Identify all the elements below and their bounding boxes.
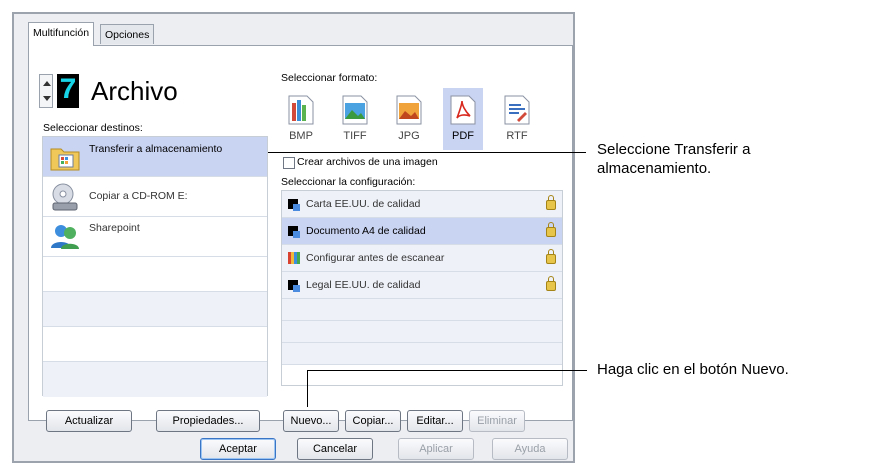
edit-button[interactable]: Editar... xyxy=(407,410,463,432)
config-label: Documento A4 de calidad xyxy=(306,225,426,237)
destination-item-transfer[interactable]: Transferir a almacenamiento xyxy=(43,137,267,177)
tiff-image-icon xyxy=(342,95,368,125)
format-label: Seleccionar formato: xyxy=(281,72,378,84)
scan-settings-icon xyxy=(288,199,300,211)
bmp-paint-icon xyxy=(288,95,314,125)
spin-down-icon[interactable] xyxy=(43,96,51,101)
list-item-empty xyxy=(282,343,562,365)
lock-icon xyxy=(546,195,556,210)
config-item-carta[interactable]: Carta EE.UU. de calidad xyxy=(282,191,562,218)
lock-icon xyxy=(546,222,556,237)
config-list[interactable]: Carta EE.UU. de calidad Documento A4 de … xyxy=(281,190,563,386)
button-number-display: 7 xyxy=(57,74,79,108)
list-item-empty xyxy=(43,327,267,362)
lock-icon xyxy=(546,276,556,291)
format-pdf[interactable]: PDF xyxy=(443,88,483,150)
cd-drive-icon xyxy=(52,183,78,211)
format-selector[interactable]: BMP TIFF JPG PDF RTF xyxy=(281,88,551,154)
list-item-empty xyxy=(282,321,562,343)
format-tiff[interactable]: TIFF xyxy=(335,88,375,150)
rtf-document-icon xyxy=(504,95,530,125)
config-label: Seleccionar la configuración: xyxy=(281,176,416,188)
copy-button[interactable]: Copiar... xyxy=(345,410,401,432)
config-item-configure[interactable]: Configurar antes de escanear xyxy=(282,245,562,272)
single-image-label: Crear archivos de una imagen xyxy=(297,156,438,168)
single-image-checkbox[interactable] xyxy=(283,157,295,169)
destinations-list[interactable]: Transferir a almacenamiento Copiar a CD-… xyxy=(42,136,268,397)
format-caption: JPG xyxy=(398,130,420,142)
destination-item-sharepoint[interactable]: Sharepoint xyxy=(43,217,267,257)
ok-button[interactable]: Aceptar xyxy=(200,438,276,460)
config-label: Configurar antes de escanear xyxy=(306,252,445,264)
users-icon xyxy=(51,225,79,249)
list-item-empty xyxy=(43,292,267,327)
format-jpg[interactable]: JPG xyxy=(389,88,429,150)
dialog-window: Multifunción Opciones 7 Archivo Seleccio… xyxy=(12,12,575,463)
scan-settings-icon xyxy=(288,226,300,238)
scan-settings-icon xyxy=(288,280,300,292)
format-rtf[interactable]: RTF xyxy=(497,88,537,150)
config-label: Carta EE.UU. de calidad xyxy=(306,198,421,210)
destination-label: Transferir a almacenamiento xyxy=(89,143,223,155)
destination-label: Sharepoint xyxy=(89,222,140,234)
callout-new: Haga clic en el botón Nuevo. xyxy=(597,361,789,378)
pdf-document-icon xyxy=(450,95,476,125)
help-button[interactable]: Ayuda xyxy=(492,438,568,460)
destination-item-cdrom[interactable]: Copiar a CD-ROM E: xyxy=(43,177,267,217)
spin-up-icon[interactable] xyxy=(43,81,51,86)
format-caption: PDF xyxy=(452,130,474,142)
jpg-image-icon xyxy=(396,95,422,125)
button-number-spinner[interactable] xyxy=(39,74,53,108)
tab-panel: 7 Archivo Seleccionar destinos: Transfer… xyxy=(28,45,573,432)
lock-icon xyxy=(546,249,556,264)
list-item-empty xyxy=(43,257,267,292)
list-item-empty xyxy=(43,362,267,397)
list-item-empty xyxy=(282,299,562,321)
tab-multifuncion[interactable]: Multifunción xyxy=(28,22,95,46)
apply-button[interactable]: Aplicar xyxy=(398,438,474,460)
config-label: Legal EE.UU. de calidad xyxy=(306,279,421,291)
format-bmp[interactable]: BMP xyxy=(281,88,321,150)
callout-transfer: Seleccione Transferir a almacenamiento. xyxy=(597,141,751,177)
destination-label: Copiar a CD-ROM E: xyxy=(89,190,188,202)
cancel-button[interactable]: Cancelar xyxy=(297,438,373,460)
refresh-button[interactable]: Actualizar xyxy=(46,410,132,432)
config-item-legal[interactable]: Legal EE.UU. de calidad xyxy=(282,272,562,299)
folder-storage-icon xyxy=(50,148,80,171)
new-button[interactable]: Nuevo... xyxy=(283,410,339,432)
callout-line-transfer xyxy=(268,152,586,153)
format-caption: TIFF xyxy=(343,130,367,142)
callout-line-new-vertical xyxy=(307,370,308,407)
list-item-empty xyxy=(282,365,562,387)
tab-opciones[interactable]: Opciones xyxy=(100,24,155,44)
config-item-a4[interactable]: Documento A4 de calidad xyxy=(282,218,562,245)
delete-button[interactable]: Eliminar xyxy=(469,410,525,432)
scan-settings-icon xyxy=(288,252,300,264)
properties-button[interactable]: Propiedades... xyxy=(156,410,260,432)
format-caption: RTF xyxy=(506,130,528,142)
callout-line-new xyxy=(307,370,587,371)
destinations-label: Seleccionar destinos: xyxy=(43,122,143,134)
format-caption: BMP xyxy=(289,130,313,142)
destination-title: Archivo xyxy=(91,76,178,106)
